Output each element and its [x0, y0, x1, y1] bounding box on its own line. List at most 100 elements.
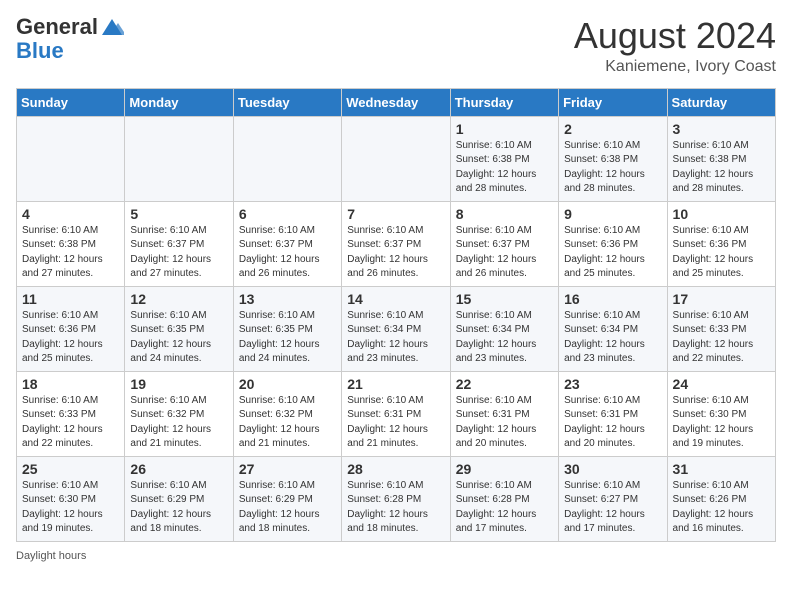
day-number: 4 — [22, 206, 119, 222]
calendar-cell: 25Sunrise: 6:10 AM Sunset: 6:30 PM Dayli… — [17, 456, 125, 541]
calendar-cell: 26 Sunrise: 6:10 AM Sunset: 6:29 PM Dayli… — [125, 456, 233, 541]
day-number: 20 — [239, 376, 336, 392]
day-number: 13 — [239, 291, 336, 307]
col-header-monday: Monday — [125, 88, 233, 116]
day-number: 22 — [456, 376, 553, 392]
day-number: 7 — [347, 206, 444, 222]
calendar-cell — [342, 116, 450, 201]
calendar-cell: 9 Sunrise: 6:10 AM Sunset: 6:36 PM Daylig… — [559, 201, 667, 286]
calendar-cell: 11 Sunrise: 6:10 AM Sunset: 6:36 PM Dayli… — [17, 286, 125, 371]
location-subtitle: Kaniemene, Ivory Coast — [574, 58, 776, 76]
day-info: Sunrise: 6:10 AM Sunset: 6:36 PM Dayligh… — [673, 224, 770, 282]
calendar-cell: 13 Sunrise: 6:10 AM Sunset: 6:35 PM Dayli… — [233, 286, 341, 371]
col-header-thursday: Thursday — [450, 88, 558, 116]
col-header-wednesday: Wednesday — [342, 88, 450, 116]
month-title: August 2024 — [574, 16, 776, 56]
calendar-cell: 10 Sunrise: 6:10 AM Sunset: 6:36 PM Dayli… — [667, 201, 775, 286]
day-number: 10 — [673, 206, 770, 222]
calendar-cell: 6Sunrise: 6:10 AM Sunset: 6:37 PM Daylig… — [233, 201, 341, 286]
day-info: Sunrise: 6:10 AM Sunset: 6:30 PM Dayligh… — [673, 394, 770, 452]
calendar-cell: 18Sunrise: 6:10 AM Sunset: 6:33 PM Dayli… — [17, 371, 125, 456]
day-number: 26 — [130, 461, 227, 477]
calendar-week-row: 4Sunrise: 6:10 AM Sunset: 6:38 PM Daylig… — [17, 201, 776, 286]
day-info: Sunrise: 6:10 AM Sunset: 6:33 PM Dayligh… — [673, 309, 770, 367]
calendar-cell: 24Sunrise: 6:10 AM Sunset: 6:30 PM Dayli… — [667, 371, 775, 456]
calendar-cell: 3Sunrise: 6:10 AM Sunset: 6:38 PM Daylig… — [667, 116, 775, 201]
footer-note: Daylight hours — [16, 550, 776, 562]
page-header: General Blue August 2024 Kaniemene, Ivor… — [16, 16, 776, 76]
day-info: Sunrise: 6:10 AM Sunset: 6:27 PM Dayligh… — [564, 479, 661, 537]
day-info: Sunrise: 6:10 AM Sunset: 6:31 PM Dayligh… — [347, 394, 444, 452]
calendar-cell: 2 Sunrise: 6:10 AM Sunset: 6:38 PM Daylig… — [559, 116, 667, 201]
day-info: Sunrise: 6:10 AM Sunset: 6:38 PM Dayligh… — [456, 139, 553, 197]
calendar-cell: 31 Sunrise: 6:10 AM Sunset: 6:26 PM Dayli… — [667, 456, 775, 541]
calendar-cell: 12Sunrise: 6:10 AM Sunset: 6:35 PM Dayli… — [125, 286, 233, 371]
day-number: 14 — [347, 291, 444, 307]
day-number: 23 — [564, 376, 661, 392]
logo-general-text: General — [16, 16, 98, 38]
day-number: 16 — [564, 291, 661, 307]
day-info: Sunrise: 6:10 AM Sunset: 6:32 PM Dayligh… — [239, 394, 336, 452]
day-number: 2 — [564, 121, 661, 137]
logo-icon — [100, 17, 124, 37]
day-number: 19 — [130, 376, 227, 392]
day-info: Sunrise: 6:10 AM Sunset: 6:35 PM Dayligh… — [239, 309, 336, 367]
day-info: Sunrise: 6:10 AM Sunset: 6:34 PM Dayligh… — [347, 309, 444, 367]
day-info: Sunrise: 6:10 AM Sunset: 6:36 PM Dayligh… — [564, 224, 661, 282]
day-info: Sunrise: 6:10 AM Sunset: 6:38 PM Dayligh… — [564, 139, 661, 197]
day-info: Sunrise: 6:10 AM Sunset: 6:29 PM Dayligh… — [130, 479, 227, 537]
calendar-cell: 22Sunrise: 6:10 AM Sunset: 6:31 PM Dayli… — [450, 371, 558, 456]
col-header-sunday: Sunday — [17, 88, 125, 116]
calendar-header-row: SundayMondayTuesdayWednesdayThursdayFrid… — [17, 88, 776, 116]
day-number: 6 — [239, 206, 336, 222]
calendar-week-row: 11 Sunrise: 6:10 AM Sunset: 6:36 PM Dayli… — [17, 286, 776, 371]
calendar-cell: 19 Sunrise: 6:10 AM Sunset: 6:32 PM Dayli… — [125, 371, 233, 456]
day-number: 29 — [456, 461, 553, 477]
day-number: 11 — [22, 291, 119, 307]
calendar-cell: 27 Sunrise: 6:10 AM Sunset: 6:29 PM Dayli… — [233, 456, 341, 541]
day-info: Sunrise: 6:10 AM Sunset: 6:26 PM Dayligh… — [673, 479, 770, 537]
calendar-cell: 16Sunrise: 6:10 AM Sunset: 6:34 PM Dayli… — [559, 286, 667, 371]
day-number: 15 — [456, 291, 553, 307]
calendar-cell: 7 Sunrise: 6:10 AM Sunset: 6:37 PM Daylig… — [342, 201, 450, 286]
day-info: Sunrise: 6:10 AM Sunset: 6:31 PM Dayligh… — [564, 394, 661, 452]
calendar-table: SundayMondayTuesdayWednesdayThursdayFrid… — [16, 88, 776, 542]
day-number: 30 — [564, 461, 661, 477]
day-info: Sunrise: 6:10 AM Sunset: 6:33 PM Dayligh… — [22, 394, 119, 452]
day-info: Sunrise: 6:10 AM Sunset: 6:34 PM Dayligh… — [456, 309, 553, 367]
day-info: Sunrise: 6:10 AM Sunset: 6:32 PM Dayligh… — [130, 394, 227, 452]
logo-blue-text: Blue — [16, 38, 64, 64]
daylight-label: Daylight hours — [16, 550, 86, 562]
day-number: 27 — [239, 461, 336, 477]
calendar-week-row: 18Sunrise: 6:10 AM Sunset: 6:33 PM Dayli… — [17, 371, 776, 456]
day-number: 31 — [673, 461, 770, 477]
day-number: 17 — [673, 291, 770, 307]
calendar-cell: 20 Sunrise: 6:10 AM Sunset: 6:32 PM Dayli… — [233, 371, 341, 456]
day-number: 12 — [130, 291, 227, 307]
calendar-cell: 21Sunrise: 6:10 AM Sunset: 6:31 PM Dayli… — [342, 371, 450, 456]
day-number: 1 — [456, 121, 553, 137]
day-info: Sunrise: 6:10 AM Sunset: 6:37 PM Dayligh… — [456, 224, 553, 282]
calendar-cell: 23 Sunrise: 6:10 AM Sunset: 6:31 PM Dayli… — [559, 371, 667, 456]
calendar-cell: 17 Sunrise: 6:10 AM Sunset: 6:33 PM Dayli… — [667, 286, 775, 371]
calendar-cell: 4Sunrise: 6:10 AM Sunset: 6:38 PM Daylig… — [17, 201, 125, 286]
day-info: Sunrise: 6:10 AM Sunset: 6:37 PM Dayligh… — [130, 224, 227, 282]
calendar-week-row: 25Sunrise: 6:10 AM Sunset: 6:30 PM Dayli… — [17, 456, 776, 541]
day-info: Sunrise: 6:10 AM Sunset: 6:36 PM Dayligh… — [22, 309, 119, 367]
col-header-tuesday: Tuesday — [233, 88, 341, 116]
calendar-cell: 1 Sunrise: 6:10 AM Sunset: 6:38 PM Daylig… — [450, 116, 558, 201]
day-info: Sunrise: 6:10 AM Sunset: 6:37 PM Dayligh… — [347, 224, 444, 282]
calendar-week-row: 1 Sunrise: 6:10 AM Sunset: 6:38 PM Daylig… — [17, 116, 776, 201]
day-number: 25 — [22, 461, 119, 477]
day-info: Sunrise: 6:10 AM Sunset: 6:28 PM Dayligh… — [347, 479, 444, 537]
day-number: 3 — [673, 121, 770, 137]
day-info: Sunrise: 6:10 AM Sunset: 6:29 PM Dayligh… — [239, 479, 336, 537]
calendar-cell — [233, 116, 341, 201]
calendar-cell: 28Sunrise: 6:10 AM Sunset: 6:28 PM Dayli… — [342, 456, 450, 541]
calendar-cell: 15 Sunrise: 6:10 AM Sunset: 6:34 PM Dayli… — [450, 286, 558, 371]
day-number: 9 — [564, 206, 661, 222]
calendar-cell: 29 Sunrise: 6:10 AM Sunset: 6:28 PM Dayli… — [450, 456, 558, 541]
day-info: Sunrise: 6:10 AM Sunset: 6:28 PM Dayligh… — [456, 479, 553, 537]
calendar-cell: 8Sunrise: 6:10 AM Sunset: 6:37 PM Daylig… — [450, 201, 558, 286]
col-header-friday: Friday — [559, 88, 667, 116]
